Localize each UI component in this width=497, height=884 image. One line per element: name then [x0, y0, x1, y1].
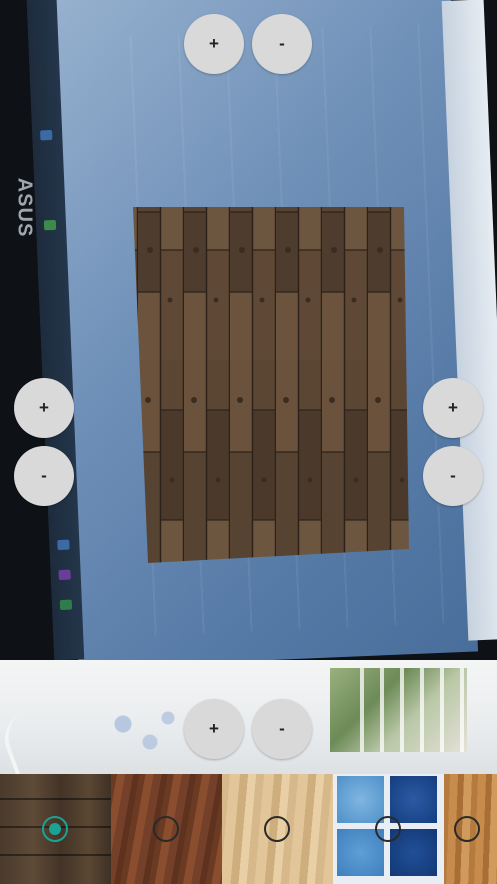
material-radio-icon[interactable]: [375, 816, 401, 842]
monitor-brand-logo: ASUS: [13, 177, 36, 238]
material-radio-icon[interactable]: [264, 816, 290, 842]
screen-content: [83, 22, 469, 638]
material-swatch-light-maple[interactable]: [222, 774, 333, 884]
bottom-minus-button[interactable]: -: [252, 699, 312, 759]
material-radio-icon[interactable]: [454, 816, 480, 842]
background-bokeh: [96, 700, 186, 760]
material-swatch-dark-wood[interactable]: [0, 774, 111, 884]
material-swatch-golden-oak[interactable]: [444, 774, 497, 884]
bottom-plus-button[interactable]: +: [184, 699, 244, 759]
right-plus-button[interactable]: +: [423, 378, 483, 438]
right-minus-button[interactable]: -: [423, 446, 483, 506]
material-picker: [0, 774, 497, 884]
camera-view: ASUS: [0, 0, 497, 774]
window-grille: [360, 668, 467, 752]
material-swatch-blue-tile[interactable]: [333, 774, 444, 884]
material-radio-selected-icon[interactable]: [42, 816, 68, 842]
left-plus-button[interactable]: +: [14, 378, 74, 438]
material-radio-icon[interactable]: [153, 816, 179, 842]
top-plus-button[interactable]: +: [184, 14, 244, 74]
top-minus-button[interactable]: -: [252, 14, 312, 74]
material-swatch-red-brown-wood[interactable]: [111, 774, 222, 884]
left-minus-button[interactable]: -: [14, 446, 74, 506]
